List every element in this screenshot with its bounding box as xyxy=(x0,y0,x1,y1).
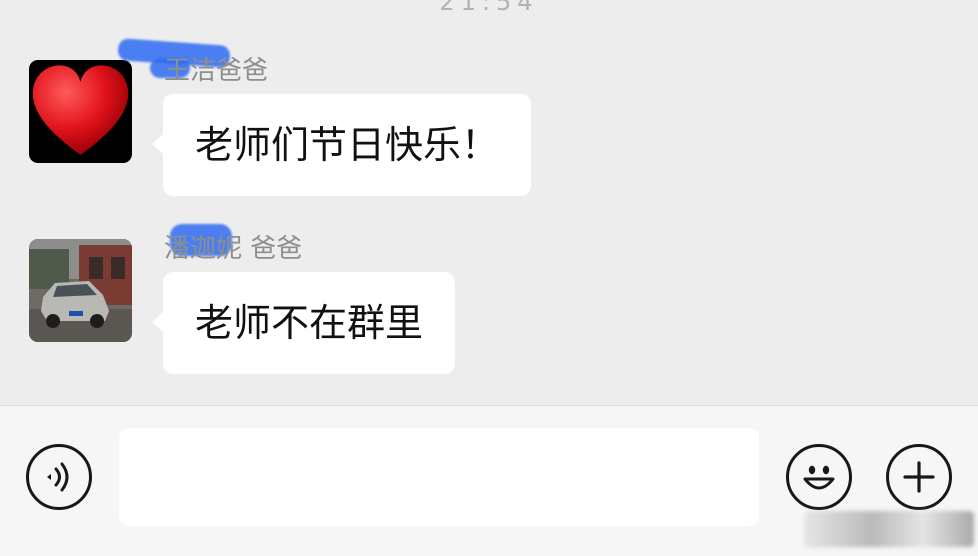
car-photo-icon xyxy=(29,239,132,342)
message-bubble[interactable]: 老师不在群里 xyxy=(151,272,456,374)
voice-input-icon[interactable] xyxy=(26,444,92,510)
chat-timestamp: 21:54 xyxy=(439,0,539,16)
heart-icon xyxy=(29,60,132,163)
message-input[interactable] xyxy=(119,428,759,526)
car-photo-avatar[interactable] xyxy=(29,239,132,342)
sender-name: 王洁爸爸 xyxy=(164,56,269,86)
plus-icon[interactable] xyxy=(886,444,952,510)
red-heart-avatar[interactable] xyxy=(29,60,132,163)
emoji-icon[interactable] xyxy=(786,444,852,510)
message-bubble[interactable]: 老师们节日快乐！ xyxy=(151,94,532,196)
watermark xyxy=(804,511,974,547)
sender-name: 潘迦妮 爸爸 xyxy=(164,234,303,264)
